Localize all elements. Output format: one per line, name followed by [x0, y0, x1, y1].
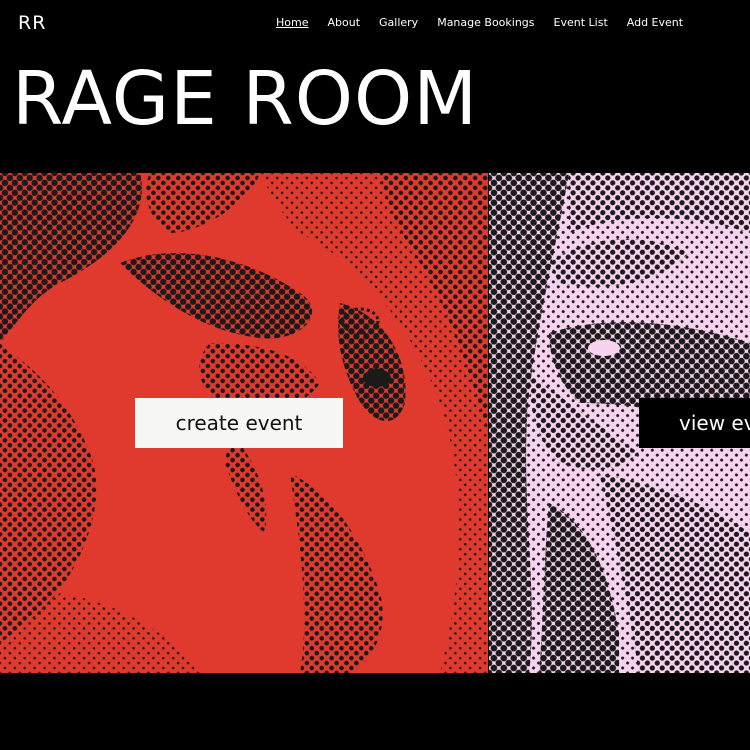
nav-link-manage-bookings[interactable]: Manage Bookings [437, 16, 534, 29]
view-events-button[interactable]: view events [639, 398, 750, 448]
footer-band [0, 673, 750, 750]
nav-link-event-list[interactable]: Event List [554, 16, 608, 29]
hero-title: RAGE ROOM [12, 56, 479, 142]
view-events-panel: view events [489, 173, 750, 673]
create-event-button[interactable]: create event [135, 398, 343, 448]
site-logo[interactable]: RR [18, 12, 46, 34]
nav-link-gallery[interactable]: Gallery [379, 16, 418, 29]
page: RR Home About Gallery Manage Bookings Ev… [0, 0, 750, 750]
nav-link-about[interactable]: About [327, 16, 360, 29]
nav-link-add-event[interactable]: Add Event [627, 16, 683, 29]
create-event-panel: create event [0, 173, 488, 673]
main-nav: Home About Gallery Manage Bookings Event… [276, 16, 683, 29]
nav-link-home[interactable]: Home [276, 16, 308, 29]
